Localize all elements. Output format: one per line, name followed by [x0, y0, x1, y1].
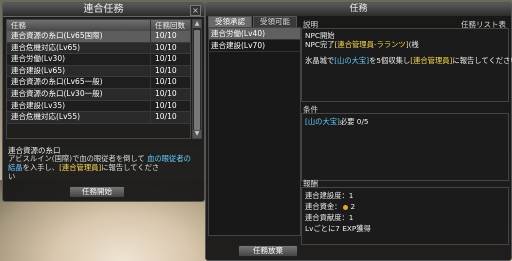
quest-name: 連合資源の糸口(Lv65一般)	[7, 77, 151, 88]
window-title: 任務	[206, 3, 511, 16]
description-box: NPC開始 NPC完了[連合管理員-ラランツ](桟 氷晶城で[山の大宝]を5個収…	[301, 28, 512, 102]
quest-count: 10/10	[155, 100, 177, 110]
npc-start: NPC開始	[305, 31, 335, 40]
quest-count: 10/10	[155, 77, 177, 87]
desc-text: アビスルイン(国際)で血の眼従者を倒して	[8, 154, 145, 163]
reward-funds: 連合資金： 2	[305, 202, 355, 211]
quest-table: 任務 任務回数 連合資源の糸口(Lv65国際) 10/10 連合危機対応(Lv65…	[6, 19, 191, 139]
reward-funds-label: 連合資金：	[305, 202, 342, 211]
npc-link[interactable]: [連合管理員]	[59, 163, 101, 172]
desc-text: に報告してください	[452, 56, 512, 65]
quest-name: 連合資源の糸口(Lv30一般)	[7, 88, 151, 100]
quest-list-scrollbar[interactable]: ▲ ▼	[192, 19, 202, 139]
coin-icon	[343, 204, 349, 210]
condition-progress: 必要 0/5	[339, 117, 369, 126]
table-row[interactable]: 連合資源の糸口(Lv65一般) 10/10	[7, 77, 190, 89]
accepted-quest-list: 連合労働(Lv40) 連合建設(Lv70)	[208, 27, 301, 236]
reward-construction: 連合建設度：1	[305, 191, 354, 200]
list-item[interactable]: 連合建設(Lv70)	[209, 40, 300, 52]
table-row[interactable]: 連合危機対応(Lv55) 10/10	[7, 112, 190, 124]
table-row[interactable]: 連合建設(Lv65) 10/10	[7, 65, 190, 78]
quest-count: 10/10	[155, 88, 177, 98]
quest-count: 10/10	[155, 42, 177, 52]
quest-count: 10/10	[155, 54, 177, 64]
table-row[interactable]: 連合建設(Lv35) 10/10	[7, 100, 190, 113]
reward-contribution: 連合貢献度：1	[305, 213, 354, 222]
table-row[interactable]: 連合資源の糸口(Lv65国際) 10/10	[7, 31, 190, 43]
reward-funds-value: 2	[350, 202, 356, 211]
quest-count: 10/10	[155, 65, 177, 75]
quest-detail-pane: 説明 任務リスト表示 NPC開始 NPC完了[連合管理員-ラランツ](桟 氷晶城…	[301, 16, 512, 257]
condition-box: [山の大宝]必要 0/5	[301, 113, 509, 181]
desc-text: (桟	[408, 40, 419, 49]
reward-exp: Lvごとに7 EXP獲得	[305, 224, 371, 233]
quest-name: 連合資源の糸口(Lv65国際)	[7, 31, 151, 42]
item-link[interactable]: [山の大宝]	[334, 56, 369, 65]
desc-text: 氷晶城で	[305, 56, 335, 65]
table-row[interactable]: 連合資源の糸口(Lv30一般) 10/10	[7, 88, 190, 101]
quest-name: 連合危機対応(Lv65)	[7, 42, 151, 54]
table-row[interactable]: 連合危機対応(Lv65) 10/10	[7, 42, 190, 55]
quest-objective: 氷晶城で[山の大宝]を5個収集し[連合管理員]に報告してください	[305, 56, 512, 65]
npc-link[interactable]: [連合管理員-ラランツ]	[335, 40, 409, 49]
col-header-task[interactable]: 任務	[7, 20, 151, 31]
scrollbar-thumb[interactable]	[194, 30, 200, 130]
start-quest-button[interactable]: 任務開始	[69, 186, 125, 198]
alliance-quest-window: 連合任務 × 任務 任務回数 連合資源の糸口(Lv65国際) 10/10 連合危機…	[2, 2, 205, 202]
window-title: 連合任務	[3, 3, 204, 17]
desc-text: を5個収集し	[369, 56, 411, 65]
table-header: 任務 任務回数	[7, 20, 190, 31]
table-row[interactable]: 連合労働(Lv30) 10/10	[7, 54, 190, 66]
quest-count: 10/10	[155, 31, 177, 40]
quest-name: 連合危機対応(Lv55)	[7, 112, 151, 123]
quest-detail-window: 任務 受領承認 受領可能 連合労働(Lv40) 連合建設(Lv70) 説明 任務…	[205, 2, 512, 261]
quest-name: 連合建設(Lv65)	[7, 65, 151, 77]
quest-name: 連合建設(Lv35)	[7, 100, 151, 112]
npc-complete: NPC完了[連合管理員-ラランツ](桟	[305, 40, 419, 49]
quest-count: 10/10	[155, 112, 177, 122]
quest-description: アビスルイン(国際)で血の眼従者を倒して 血の眼従者の結晶を入手し、[連合管理員…	[8, 154, 198, 181]
close-icon[interactable]: ×	[190, 5, 201, 16]
condition-text: [山の大宝]必要 0/5	[305, 117, 369, 126]
quest-name: 連合労働(Lv30)	[7, 54, 151, 65]
scroll-up-icon[interactable]: ▲	[193, 20, 201, 28]
col-header-count[interactable]: 任務回数	[151, 20, 190, 31]
npc-link[interactable]: [連合管理員]	[410, 56, 452, 65]
desc-text: を入手し、	[22, 163, 60, 172]
reward-box: 連合建設度：1 連合資金： 2 連合貢献度：1 Lvごとに7 EXP獲得	[301, 187, 509, 245]
npc-complete-label: NPC完了	[305, 40, 335, 49]
item-link[interactable]: [山の大宝]	[305, 117, 340, 126]
abandon-quest-button[interactable]: 任務放棄	[238, 245, 298, 257]
desc-text: に報告してくださ	[101, 163, 160, 172]
scroll-down-icon[interactable]: ▼	[193, 130, 201, 138]
desc-text: い	[8, 172, 16, 181]
list-item[interactable]: 連合労働(Lv40)	[209, 28, 300, 40]
